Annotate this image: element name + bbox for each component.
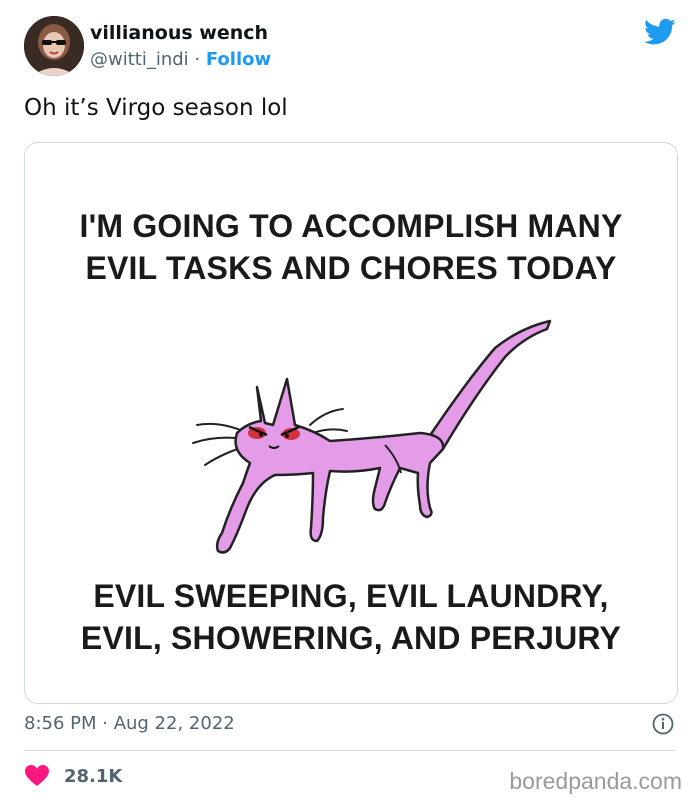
twitter-bird-icon[interactable] bbox=[644, 18, 676, 46]
separator: · bbox=[188, 48, 206, 70]
like-action[interactable]: 28.1K bbox=[24, 764, 122, 788]
handle[interactable]: @witti_indi bbox=[90, 49, 189, 70]
avatar[interactable] bbox=[24, 16, 84, 76]
handle-row: @witti_indi · Follow bbox=[90, 49, 271, 71]
follow-link[interactable]: Follow bbox=[206, 49, 271, 70]
tweet-timestamp[interactable]: 8:56 PM · Aug 22, 2022 bbox=[24, 713, 235, 734]
heart-icon[interactable] bbox=[24, 764, 50, 788]
divider bbox=[24, 750, 676, 751]
info-icon[interactable] bbox=[652, 713, 674, 735]
display-name[interactable]: villianous wench bbox=[90, 22, 271, 45]
tweet-text: Oh it’s Virgo season lol bbox=[24, 95, 288, 121]
avatar-photo bbox=[24, 16, 84, 76]
source-watermark: boredpanda.com bbox=[509, 768, 682, 794]
like-count: 28.1K bbox=[64, 765, 123, 787]
meme-bottom-caption: EVIL SWEEPING, EVIL LAUNDRY, EVIL, SHOWE… bbox=[80, 578, 622, 656]
media-card[interactable]: I'M GOING TO ACCOMPLISH MANY EVIL TASKS … bbox=[24, 142, 678, 704]
tweet-card: villianous wench @witti_indi · Follow Oh… bbox=[0, 0, 700, 805]
author-info: villianous wench @witti_indi · Follow bbox=[90, 22, 271, 70]
